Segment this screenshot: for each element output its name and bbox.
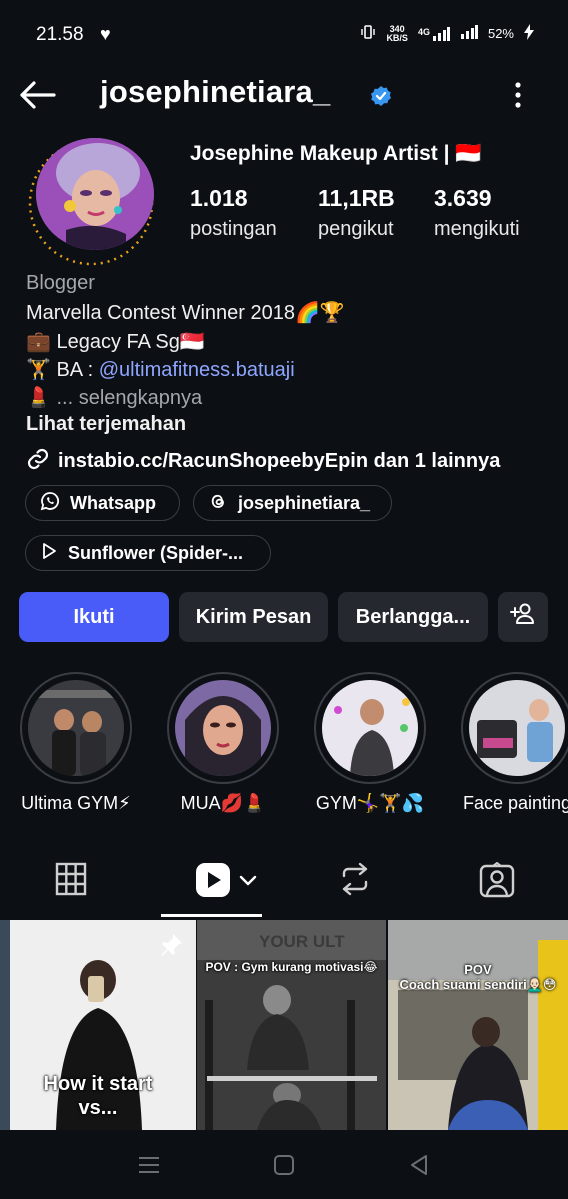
external-link[interactable]: instabio.cc/RacunShopeebyEpin dan 1 lain…	[26, 447, 500, 476]
bio-line-4: 💄 ... selengkapnya	[26, 385, 202, 410]
highlight-mua[interactable]: MUA💋💄	[164, 672, 282, 814]
bio-mention-link[interactable]: @ultimafitness.batuaji	[99, 359, 295, 381]
repost-icon	[338, 862, 372, 900]
grid-icon	[55, 862, 87, 900]
network-speed: 340 KB/S	[386, 23, 408, 43]
subscribe-button[interactable]: Berlangga...	[338, 592, 488, 642]
message-button[interactable]: Kirim Pesan	[179, 592, 328, 642]
stat-following-label: mengikuti	[434, 218, 520, 240]
whatsapp-icon	[40, 491, 60, 516]
reels-play-icon	[195, 862, 231, 903]
tab-reels[interactable]	[195, 862, 257, 903]
bio-line-1: Marvella Contest Winner 2018🌈🏆	[26, 302, 345, 324]
external-link-text: instabio.cc/RacunShopeebyEpin dan 1 lain…	[58, 450, 501, 472]
stat-posts-label: postingan	[190, 218, 277, 240]
highlight-ring	[314, 672, 426, 784]
suggested-users-button[interactable]	[498, 592, 548, 642]
tab-reposts[interactable]	[338, 862, 372, 901]
heart-icon: ♥	[100, 24, 111, 44]
signal-icon-2	[460, 25, 478, 42]
reel-caption: POV Coach suami sendiri👨🏻‍🦲😳	[399, 962, 557, 992]
threads-icon	[208, 491, 228, 516]
tab-posts-grid[interactable]	[55, 862, 87, 901]
status-indicators: 340 KB/S 4G 52%	[360, 24, 534, 43]
highlight-gym[interactable]: GYM🤸‍♀️🏋️💦	[311, 672, 429, 814]
more-options-icon[interactable]	[504, 80, 532, 110]
stat-posts-value: 1.018	[190, 185, 248, 211]
charging-icon	[524, 24, 534, 43]
highlight-cover	[175, 680, 271, 776]
avatar[interactable]	[36, 138, 154, 250]
signal-icon-1: 4G	[418, 26, 450, 41]
tagged-person-icon	[479, 861, 515, 902]
music-pill[interactable]: Sunflower (Spider-...	[25, 535, 271, 571]
highlight-label: MUA💋💄	[180, 793, 266, 813]
add-user-icon	[509, 602, 537, 632]
see-more-link[interactable]: ... selengkapnya	[56, 387, 202, 409]
back-nav-icon[interactable]	[408, 1154, 430, 1181]
chevron-down-icon	[239, 874, 257, 892]
stat-followers-label: pengikut	[318, 218, 394, 240]
stat-followers-value: 11,1RB	[318, 185, 395, 211]
play-icon	[40, 542, 58, 565]
stat-following[interactable]: 3.639 mengikuti	[434, 185, 520, 241]
highlight-cover	[469, 680, 565, 776]
reel-caption: How it start vs...	[43, 1073, 153, 1119]
active-tab-indicator	[161, 914, 262, 917]
profile-category: Blogger	[26, 272, 95, 294]
reel-sign-text: YOUR ULT	[259, 932, 345, 951]
link-icon	[26, 447, 50, 476]
battery-level: 52%	[487, 26, 514, 41]
recent-apps-icon[interactable]	[137, 1155, 161, 1180]
home-icon[interactable]	[273, 1154, 295, 1181]
highlight-label: GYM🤸‍♀️🏋️💦	[315, 793, 425, 813]
highlight-ring	[461, 672, 568, 784]
tab-tagged[interactable]	[479, 861, 515, 903]
highlight-face-painting[interactable]: Face painting	[458, 672, 568, 814]
see-translation-link[interactable]: Lihat terjemahan	[26, 413, 186, 436]
highlight-ultima-gym[interactable]: Ultima GYM⚡	[17, 672, 135, 814]
threads-pill[interactable]: josephinetiara_	[193, 485, 392, 521]
bio-line-2: 💼 Legacy FA Sg🇸🇬	[26, 331, 205, 353]
profile-full-name: Josephine Makeup Artist | 🇮🇩	[190, 142, 482, 165]
pin-icon	[158, 932, 184, 963]
reel-tile-2[interactable]: YOUR ULT POV : Gym kurang motivasi😂	[197, 920, 386, 1130]
status-bar: 21.58 ♥ 340 KB/S 4G 52%	[0, 0, 568, 70]
verified-badge-icon	[370, 85, 392, 107]
stat-posts[interactable]: 1.018 postingan	[190, 185, 277, 241]
stat-followers[interactable]: 11,1RB pengikut	[318, 185, 395, 241]
highlight-cover	[322, 680, 418, 776]
vibrate-icon	[360, 24, 376, 43]
follow-button[interactable]: Ikuti	[19, 592, 169, 642]
bio-ba-prefix: 🏋️ BA :	[26, 359, 99, 381]
threads-label: josephinetiara_	[238, 492, 371, 513]
bio-more-prefix: 💄	[26, 387, 57, 409]
reel-caption: POV : Gym kurang motivasi😂	[205, 960, 378, 974]
system-nav-bar	[0, 1130, 568, 1199]
reel-tile-3[interactable]: POV Coach suami sendiri👨🏻‍🦲😳	[388, 920, 568, 1130]
status-time: 21.58	[36, 24, 84, 45]
stat-following-value: 3.639	[434, 185, 492, 211]
username-title: josephinetiara_	[100, 74, 331, 109]
highlight-ring	[20, 672, 132, 784]
highlight-cover	[28, 680, 124, 776]
whatsapp-pill[interactable]: Whatsapp	[25, 485, 180, 521]
reel-tile-1[interactable]: How it start vs...	[0, 920, 196, 1130]
whatsapp-label: Whatsapp	[70, 492, 157, 513]
music-label: Sunflower (Spider-...	[68, 542, 244, 563]
highlight-label: Face painting	[462, 793, 568, 813]
highlight-label: Ultima GYM⚡	[21, 793, 131, 813]
bio-line-3: 🏋️ BA : @ultimafitness.batuaji	[26, 357, 295, 382]
back-arrow-icon[interactable]	[18, 80, 58, 110]
highlight-ring	[167, 672, 279, 784]
